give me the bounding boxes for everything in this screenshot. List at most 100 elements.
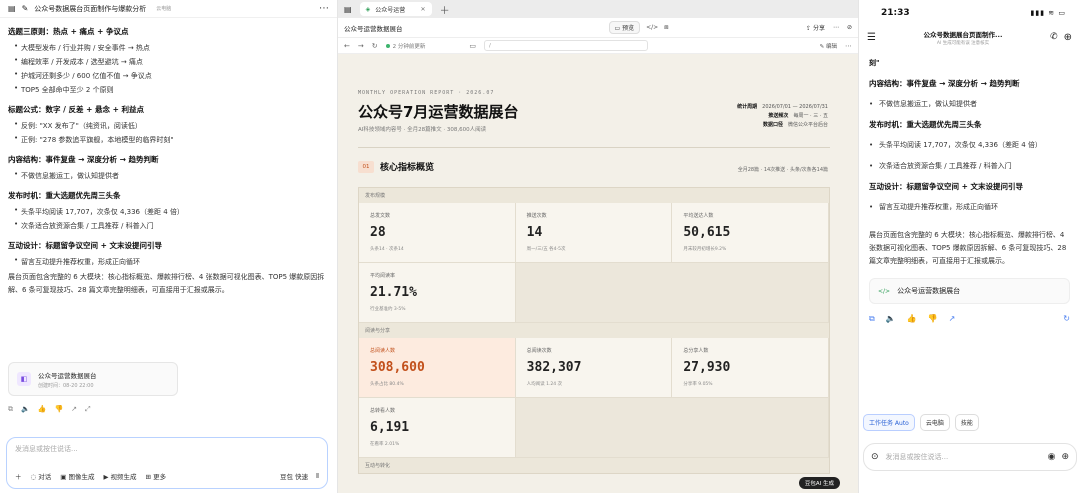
more-icon[interactable]: ⋯ [833,24,839,31]
speaker-icon[interactable]: 🔈 [21,405,30,414]
phone-input[interactable]: ⊙ 发消息或按住说话... ◉ ⊕ [863,443,1077,471]
group-label: 阅读与分享 [359,323,829,338]
status-bar: 21:33 ▮▮▮ ≋ ▭ [859,0,1080,26]
split-view-icon[interactable]: ⧈ [664,23,668,32]
kpi-grid: 发布规模 总发文数 28 头条14 · 次条14 推送次数 14 周一/三/五 … [358,187,830,474]
phone-tools: 工作任务 Auto 云电脑 技能 [863,414,979,431]
left-message: 选题三原则：热点 + 痛点 + 争议点 大模型发布 / 行业并购 / 安全事件 … [0,18,337,297]
tool-image[interactable]: ▣ 图像生成 [60,471,94,481]
edit-button[interactable]: ✎ 编辑 [820,42,837,50]
section-heading: 互动设计：标题留争议空间 + 文末设提问引导 [8,241,163,250]
dashboard-page: MONTHLY OPERATION REPORT · 2026.07 公众号7月… [338,54,858,493]
phone-title[interactable]: 公众号数据展台页面制作... [882,29,1044,39]
add-icon[interactable]: ＋ [15,471,22,481]
artifact-link[interactable]: </> 公众号运营数据展台 [869,278,1070,304]
new-chat-icon[interactable]: ✎ [22,4,29,13]
thumbs-up-icon[interactable]: 👍 [38,405,47,414]
camera-icon[interactable]: ⊙ [871,452,879,462]
group-label: 互动与转化 [359,458,829,473]
tool-video[interactable]: ▶ 视频生成 [103,471,136,481]
report-meta: 统计周期 2026/07/01 — 2026/07/31 推送频次 每周一 · … [737,104,828,128]
section-heading: 互动设计：标题留争议空间 + 文末设提问引导 [869,182,1024,191]
thumbs-down-icon[interactable]: 👎 [54,405,63,414]
browser-nav: ← → ↻ 2 分钟前更新 ▭ / ✎ 编辑 ⋯ [338,38,858,54]
code-view-icon[interactable]: </> [646,24,658,31]
thumbs-up-icon[interactable]: 👍 [907,314,917,324]
copy-icon[interactable]: ⧉ [869,314,875,324]
list-item: 护城河还剩多少 / 600 亿值不值 → 争议点 [14,70,329,81]
tool-skills[interactable]: 技能 [954,414,979,431]
section-heading: 标题公式：数字 / 反差 + 悬念 + 利益点 [8,105,144,114]
tool-chat[interactable]: ◌ 对话 [31,471,52,481]
address-bar[interactable]: / [484,40,648,51]
thumbs-down-icon[interactable]: 👎 [928,314,938,324]
phone-call-icon[interactable]: ✆ [1050,32,1058,42]
tool-more[interactable]: ⊞ 更多 [146,471,167,481]
phone-input-placeholder: 发消息或按住说话... [885,453,949,461]
ai-generated-badge: 豆包AI 生成 [798,477,840,489]
tool-work-task[interactable]: 工作任务 Auto [863,414,915,431]
settings-icon[interactable]: ⊘ [847,24,852,31]
tab-active[interactable]: ◈ 公众号运营 ✕ [359,2,432,16]
forward-icon[interactable]: → [358,42,364,50]
chat-panel-left: ▤ ✎ 公众号数据展台页面制作与爆款分析 云电脑 ⋯ 选题三原则：热点 + 痛点… [0,0,338,493]
voice-icon[interactable]: ⦀ [316,472,319,481]
reload-icon[interactable]: ↻ [372,42,378,50]
tool-cloud-pc[interactable]: 云电脑 [919,414,950,431]
share-button[interactable]: ⇪ 分享 [806,23,825,32]
kpi-card: 总发文数 28 头条14 · 次条14 [359,203,516,263]
input-placeholder: 发消息或按住说话... [15,445,78,453]
tab-bar: ▤ ◈ 公众号运营 ✕ ＋ [338,0,858,18]
more-options-icon[interactable]: ⋯ [319,3,329,14]
doc-name: 公众号运营数据展台 [344,24,403,33]
phone-nav: ☰ 公众号数据展台页面制作... AI 生成可能有误 注意核实 ✆ ⊕ [859,26,1080,48]
add-icon[interactable]: ⊕ [1061,452,1069,462]
expand-icon[interactable]: ⤢ [85,405,91,414]
sidebar-icon[interactable]: ▤ [344,5,352,14]
section-title: 核心指标概览 [380,163,435,173]
message-input[interactable]: 发消息或按住说话... ＋ ◌ 对话 ▣ 图像生成 ▶ 视频生成 ⊞ 更多 豆包… [6,437,328,489]
phone-subtitle: AI 生成可能有误 注意核实 [936,40,990,46]
list-item: 不做信息搬运工，做认知提供者 [869,98,1070,110]
phone-message: 刻" 内容结构：事件复盘 → 深度分析 → 趋势判断 不做信息搬运工，做认知提供… [859,48,1080,324]
quote-end: 刻" [869,59,880,67]
speaker-icon[interactable]: 🔈 [886,314,896,324]
list-item: 头条平均阅读 17,707，次条仅 4,336（差距 4 倍） [14,206,329,217]
model-selector[interactable]: 豆包 快速 [280,471,308,481]
close-tab-icon[interactable]: ✕ [421,6,426,13]
section-heading: 内容结构：事件复盘 → 深度分析 → 趋势判断 [869,79,1020,88]
list-item: 大模型发布 / 行业并购 / 安全事件 → 热点 [14,42,329,53]
kpi-card: 总分享人数 27,930 分享率 9.05% [672,338,830,398]
clock: 21:33 [881,8,910,18]
more-icon[interactable]: ⋯ [845,42,852,50]
summary-text: 展台页面包含完整的 6 大模块：核心指标概览、爆款排行榜、4 张数据可视化图表、… [8,273,325,294]
artifact-card[interactable]: ◧ 公众号运营数据展台 创建时间：08-20 22:00 [8,362,178,396]
back-icon[interactable]: ← [344,42,350,50]
share-icon[interactable]: ↗ [949,314,956,324]
group-label: 发布规模 [359,188,829,203]
message-actions: ⧉ 🔈 👍 👎 ↗ ⤢ [8,405,91,414]
artifact-title: 公众号运营数据展台 [38,371,97,380]
doc-toolbar: 公众号运营数据展台 ▭ 预览 </> ⧈ ⇪ 分享 ⋯ ⊘ [338,18,858,38]
add-circle-icon[interactable]: ⊕ [1064,32,1072,43]
voice-icon[interactable]: ◉ [1048,452,1056,462]
copy-icon[interactable]: ⧉ [8,405,13,414]
left-header: ▤ ✎ 公众号数据展台页面制作与爆款分析 云电脑 ⋯ [0,0,337,18]
sidebar-toggle-icon[interactable]: ▤ [8,4,16,13]
empty-cell [515,398,829,458]
tab-label: 公众号运营 [375,6,406,14]
menu-icon[interactable]: ☰ [867,32,876,43]
kpi-card: 总转看人数 6,191 在看率 2.01% [359,398,516,458]
artifact-link-label: 公众号运营数据展台 [897,287,961,295]
preview-button[interactable]: ▭ 预览 [608,21,641,34]
share-icon[interactable]: ↗ [71,405,77,414]
regenerate-icon[interactable]: ↻ [1063,314,1070,324]
section-heading: 发布时机：重大选题优先周三头条 [8,191,121,200]
section-header: 01 核心指标概览 [358,160,434,173]
kpi-card: 总阅读次数 382,307 人均阅读 1.24 次 [515,338,673,398]
new-tab-icon[interactable]: ＋ [440,2,450,17]
view-icon[interactable]: ▭ [469,42,476,50]
status-icons: ▮▮▮ ≋ ▭ [1030,9,1066,17]
list-item: 留言互动提升推荐权重，形成正向循环 [869,201,1070,213]
list-item: 正例: "278 参数追平旗舰，本地模型的临界时刻" [14,134,329,145]
